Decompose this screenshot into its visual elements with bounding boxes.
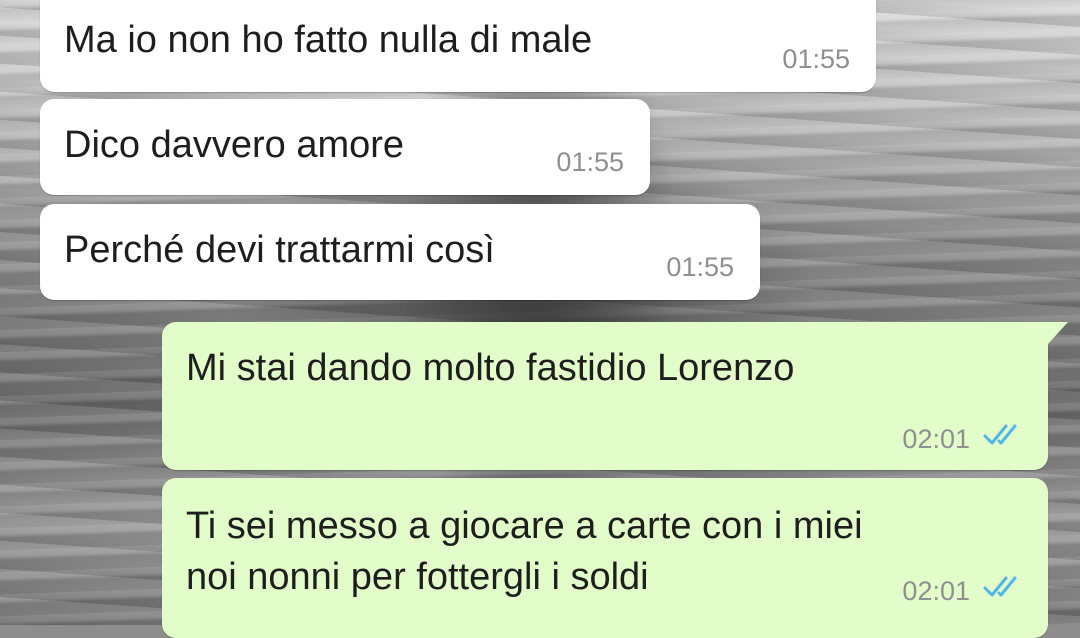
message-bubble-outgoing[interactable]: Mi stai dando molto fastidio Lorenzo 02:… [162, 322, 1048, 470]
message-text: Dico davvero amore [64, 124, 405, 166]
message-timestamp: 01:55 [556, 147, 624, 177]
message-timestamp: 01:55 [782, 44, 850, 74]
message-bubble-outgoing[interactable]: Ti sei messo a giocare a carte con i mie… [162, 478, 1048, 638]
message-timestamp: 01:55 [666, 252, 734, 282]
message-timestamp: 02:01 [902, 424, 970, 454]
message-bubble-incoming[interactable]: Perché devi trattarmi così 01:55 [40, 204, 760, 300]
message-text: Ma io non ho fatto nulla di male [64, 19, 593, 61]
message-text-line: Ti sei messo a giocare a carte con i mie… [186, 505, 863, 547]
double-check-icon [983, 424, 1017, 445]
message-timestamp: 02:01 [902, 576, 970, 606]
message-text: Perché devi trattarmi così [64, 229, 495, 271]
message-bubble-incoming[interactable]: Dico davvero amore 01:55 [40, 99, 650, 195]
message-text-line: noi nonni per fottergli i soldi [186, 556, 649, 598]
double-check-icon [983, 576, 1017, 597]
message-text: Mi stai dando molto fastidio Lorenzo [186, 347, 795, 389]
outgoing-bubble-tail [1048, 322, 1068, 344]
message-bubble-incoming[interactable]: Ma io non ho fatto nulla di male 01:55 [40, 0, 876, 92]
